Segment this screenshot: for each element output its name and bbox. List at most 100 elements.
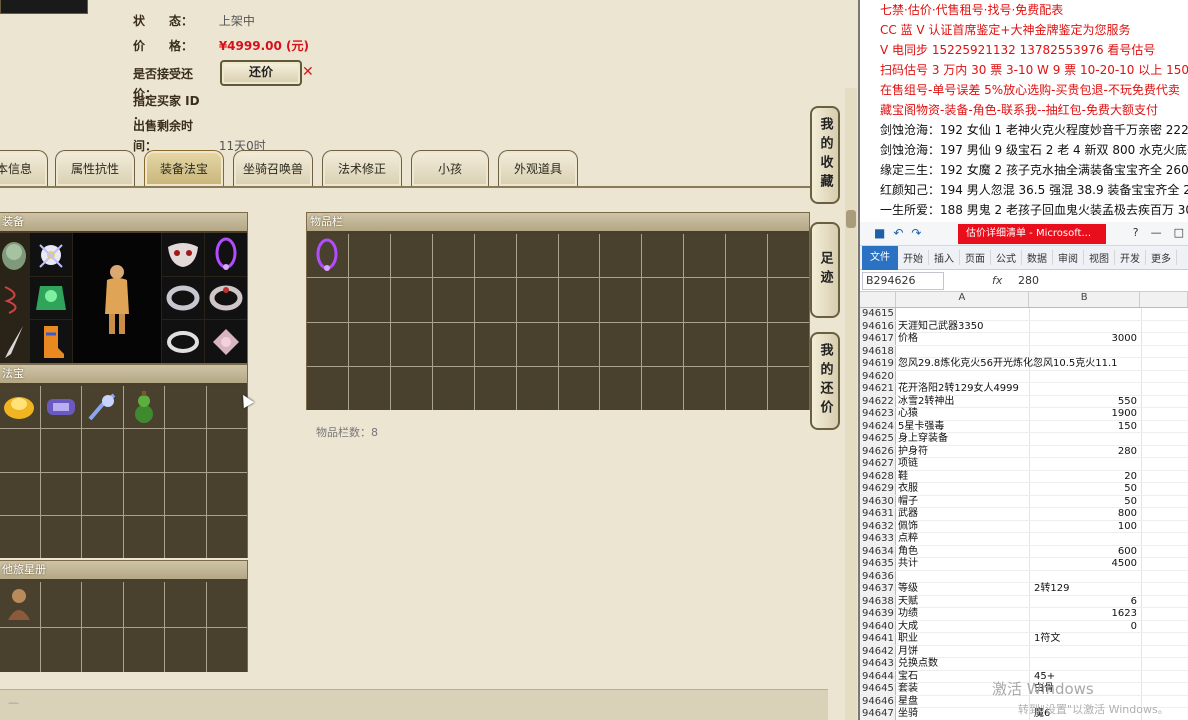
equip-slot-ring-2[interactable] (205, 277, 247, 319)
inventory-slot-35[interactable] (726, 322, 768, 366)
inventory-slot-30[interactable] (516, 322, 558, 366)
cell-b[interactable] (1030, 358, 1142, 370)
star-book-slot-12[interactable] (206, 627, 247, 672)
tab-attributes[interactable]: 属性抗性 (55, 150, 135, 186)
row-number[interactable]: 94623 (860, 408, 896, 420)
cell-b[interactable]: 0 (1030, 620, 1142, 632)
cell-b[interactable]: 6 (1030, 595, 1142, 607)
star-book-slot-5[interactable] (165, 582, 206, 627)
cell-a[interactable]: 天涯知己武器3350 (896, 320, 1030, 332)
row-number[interactable]: 94636 (860, 570, 896, 582)
inventory-slot-21[interactable] (642, 278, 684, 322)
inventory-slot-10[interactable] (684, 234, 726, 278)
name-box[interactable]: B294626 (862, 271, 944, 290)
cell-b[interactable] (1030, 433, 1142, 445)
equip-slot-hat[interactable] (0, 233, 29, 276)
equip-slot-armor[interactable] (30, 277, 72, 319)
inventory-slot-45[interactable] (642, 366, 684, 410)
row-number[interactable]: 94627 (860, 458, 896, 470)
equip-slot-ring-1[interactable] (162, 277, 204, 319)
inventory-slot-20[interactable] (600, 278, 642, 322)
cell-a[interactable]: 等级 (896, 583, 1030, 595)
star-book-slot-2[interactable] (40, 582, 81, 627)
cell-b[interactable] (1030, 658, 1142, 670)
row-number[interactable]: 94616 (860, 320, 896, 332)
inventory-slot-24[interactable] (768, 278, 809, 322)
inventory-slot-17[interactable] (474, 278, 516, 322)
star-book-slot-6[interactable] (206, 582, 247, 627)
tab-more[interactable]: 更多 (1146, 250, 1177, 265)
row-number[interactable]: 94645 (860, 683, 896, 695)
tab-page[interactable]: 页面 (960, 250, 991, 265)
fabao-slot-12[interactable] (206, 429, 247, 472)
fabao-slot-19[interactable] (0, 515, 40, 558)
row-number[interactable]: 94628 (860, 470, 896, 482)
cell-b[interactable]: 150 (1030, 420, 1142, 432)
row-number[interactable]: 94643 (860, 658, 896, 670)
inventory-slot-39[interactable] (390, 366, 432, 410)
tab-review[interactable]: 审阅 (1053, 250, 1084, 265)
fabao-slot-24[interactable] (206, 515, 247, 558)
row-number[interactable]: 94633 (860, 533, 896, 545)
cell-b[interactable]: 4500 (1030, 558, 1142, 570)
star-book-slot-8[interactable] (40, 627, 81, 672)
fabao-slot-23[interactable] (165, 515, 206, 558)
cell-a[interactable] (896, 370, 1030, 382)
cell-b[interactable] (1030, 345, 1142, 357)
inventory-slot-22[interactable] (684, 278, 726, 322)
row-number[interactable]: 94615 (860, 308, 896, 320)
cell-a[interactable]: 功绩 (896, 608, 1030, 620)
inventory-slot-27[interactable] (390, 322, 432, 366)
cell-a[interactable]: 职业 (896, 633, 1030, 645)
equip-slot-necklace[interactable] (30, 233, 72, 276)
cell-a[interactable]: 价格 (896, 333, 1030, 345)
row-number[interactable]: 94621 (860, 383, 896, 395)
fabao-slot-8[interactable] (40, 429, 81, 472)
equip-slot-belt[interactable] (0, 277, 29, 319)
cell-a[interactable]: 月饼 (896, 645, 1030, 657)
cell-a[interactable]: 大成 (896, 620, 1030, 632)
inventory-slot-40[interactable] (432, 366, 474, 410)
cell-b[interactable]: 1623 (1030, 608, 1142, 620)
cell-a[interactable]: 坐骑 (896, 708, 1030, 720)
tab-developer[interactable]: 开发 (1115, 250, 1146, 265)
cell-b[interactable] (1030, 458, 1142, 470)
equip-slot-mask[interactable] (162, 233, 204, 276)
star-book-slot-11[interactable] (165, 627, 206, 672)
cell-a[interactable]: 项链 (896, 458, 1030, 470)
fabao-slot-18[interactable] (206, 472, 247, 515)
restore-icon[interactable]: □ (1174, 226, 1184, 239)
cell-a[interactable]: 佩饰 (896, 520, 1030, 532)
inventory-slot-11[interactable] (726, 234, 768, 278)
equip-slot-accessory[interactable] (205, 320, 247, 363)
tab-mounts-pets[interactable]: 坐骑召唤兽 (233, 150, 313, 186)
inventory-slot-25[interactable] (307, 322, 348, 366)
corner-cell[interactable] (860, 292, 896, 307)
my-counter-offers-button[interactable]: 我的还价 (810, 332, 840, 430)
cell-b[interactable]: 800 (1030, 508, 1142, 520)
inventory-slot-42[interactable] (516, 366, 558, 410)
inventory-slot-28[interactable] (432, 322, 474, 366)
fabao-slot-11[interactable] (165, 429, 206, 472)
help-icon[interactable]: ? (1133, 226, 1139, 239)
cell-b[interactable]: 50 (1030, 483, 1142, 495)
inventory-slot-26[interactable] (348, 322, 390, 366)
cell-b[interactable]: 280 (1030, 445, 1142, 457)
inventory-slot-36[interactable] (768, 322, 809, 366)
row-number[interactable]: 94632 (860, 520, 896, 532)
inventory-slot-41[interactable] (474, 366, 516, 410)
fabao-slot-7[interactable] (0, 429, 40, 472)
cell-b[interactable]: 2转129 (1030, 583, 1142, 595)
cell-a[interactable]: 帽子 (896, 495, 1030, 507)
row-number[interactable]: 94635 (860, 558, 896, 570)
row-number[interactable]: 94647 (860, 708, 896, 720)
cell-a[interactable]: 共计 (896, 558, 1030, 570)
row-number[interactable]: 94641 (860, 633, 896, 645)
cell-b[interactable]: 1900 (1030, 408, 1142, 420)
inventory-slot-31[interactable] (558, 322, 600, 366)
page-scrollbar-thumb[interactable] (846, 210, 856, 228)
column-header-a[interactable]: A (896, 292, 1029, 307)
cell-b[interactable]: 550 (1030, 395, 1142, 407)
inventory-slot-47[interactable] (726, 366, 768, 410)
inventory-slot-33[interactable] (642, 322, 684, 366)
